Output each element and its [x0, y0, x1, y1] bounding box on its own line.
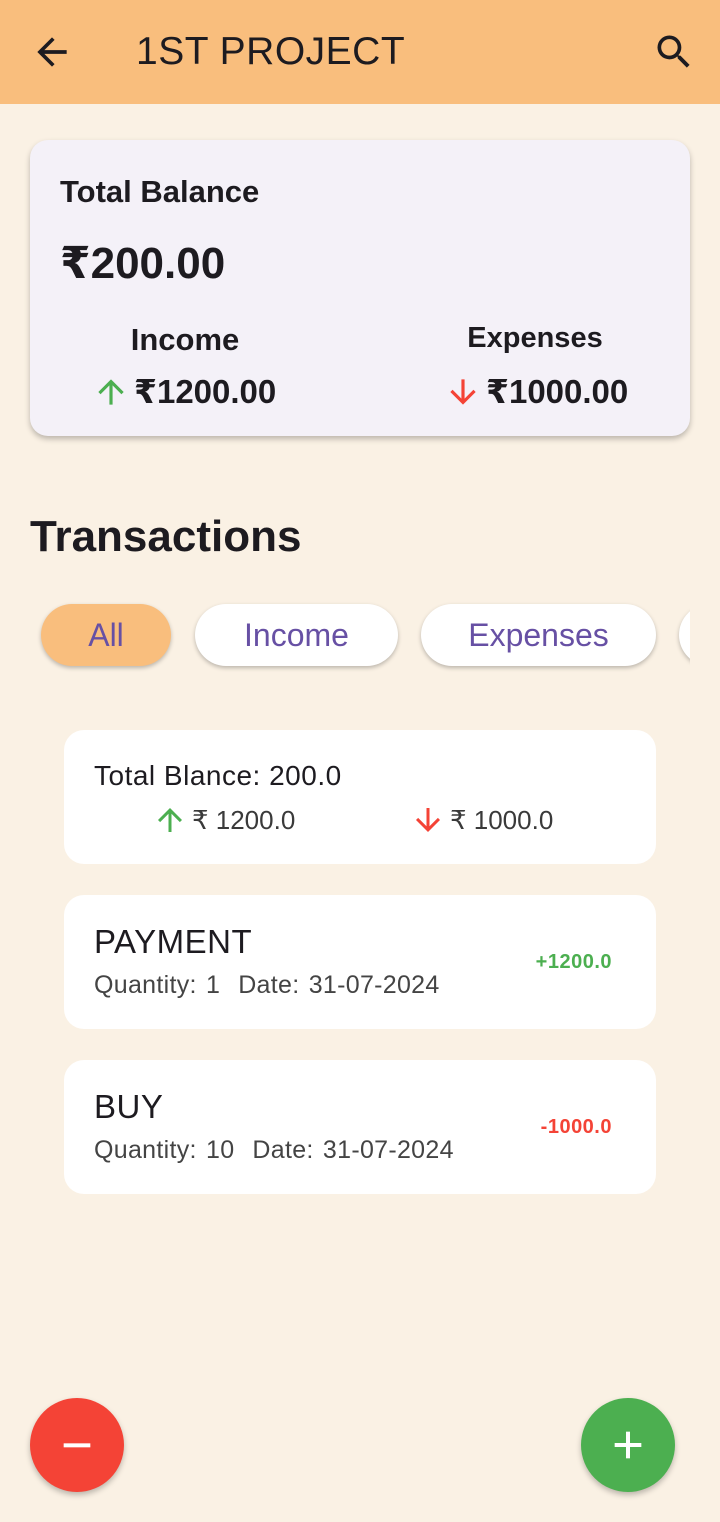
page-title: 1ST PROJECT: [136, 30, 406, 73]
expenses-amount: ₹1000.00: [486, 373, 629, 410]
transaction-meta: Quantity: 10 Date: 31-07-2024: [94, 1136, 454, 1165]
arrow-up-icon: [158, 808, 182, 832]
search-icon[interactable]: [652, 30, 696, 74]
arrow-down-icon: [450, 378, 476, 405]
transaction-quantity: Quantity: 10: [94, 1136, 235, 1164]
transaction-quantity: Quantity: 1: [94, 971, 221, 999]
transaction-date: Date: 31-07-2024: [252, 1136, 454, 1164]
transaction-name: BUY: [94, 1088, 164, 1125]
app-bar: 1ST PROJECT: [0, 0, 720, 104]
transaction-amount: -1000.0: [540, 1116, 612, 1138]
filter-chip-expenses[interactable]: Expenses: [421, 604, 656, 666]
filter-chip-income[interactable]: Income: [195, 604, 398, 666]
filter-chips: All Income Expenses: [30, 600, 690, 674]
balance-card: Total Balance ₹200.00 Income Expenses ₹1…: [30, 140, 690, 436]
summary-expense-value: ₹ 1000.0: [450, 804, 554, 835]
arrow-down-icon: [416, 808, 440, 832]
arrow-back-icon[interactable]: [30, 30, 74, 74]
arrow-up-icon: [98, 378, 124, 405]
transaction-meta: Quantity: 1 Date: 31-07-2024: [94, 971, 440, 1000]
transaction-date: Date: 31-07-2024: [238, 971, 440, 999]
summary-expense: ₹ 1000.0: [410, 802, 553, 838]
total-balance-label: Total Balance: [60, 174, 260, 209]
filter-chip-all[interactable]: All: [41, 604, 171, 666]
remove-expense-button[interactable]: [30, 1398, 124, 1492]
total-balance-amount: ₹200.00: [60, 239, 226, 288]
transaction-name: PAYMENT: [94, 923, 253, 960]
plus-icon: [614, 1431, 642, 1459]
income-label: Income: [130, 322, 240, 357]
summary-total: Total Blance: 200.0: [94, 760, 342, 791]
minus-icon: [63, 1443, 91, 1448]
summary-income-value: ₹ 1200.0: [192, 804, 296, 835]
expenses-label: Expenses: [467, 322, 603, 354]
transaction-card[interactable]: BUY Quantity: 10 Date: 31-07-2024 -1000.0: [64, 1060, 656, 1194]
income-value: ₹1200.00: [92, 372, 276, 411]
expenses-value: ₹1000.00: [444, 372, 628, 411]
filter-chip-more[interactable]: [679, 604, 690, 666]
add-income-button[interactable]: [581, 1398, 675, 1492]
summary-card: Total Blance: 200.0 ₹ 1200.0 ₹ 1000.0: [64, 730, 656, 864]
summary-income: ₹ 1200.0: [152, 802, 295, 838]
income-amount: ₹1200.00: [134, 373, 277, 410]
transaction-amount: +1200.0: [535, 951, 612, 973]
transaction-card[interactable]: PAYMENT Quantity: 1 Date: 31-07-2024 +120…: [64, 895, 656, 1029]
transactions-title: Transactions: [30, 512, 302, 561]
